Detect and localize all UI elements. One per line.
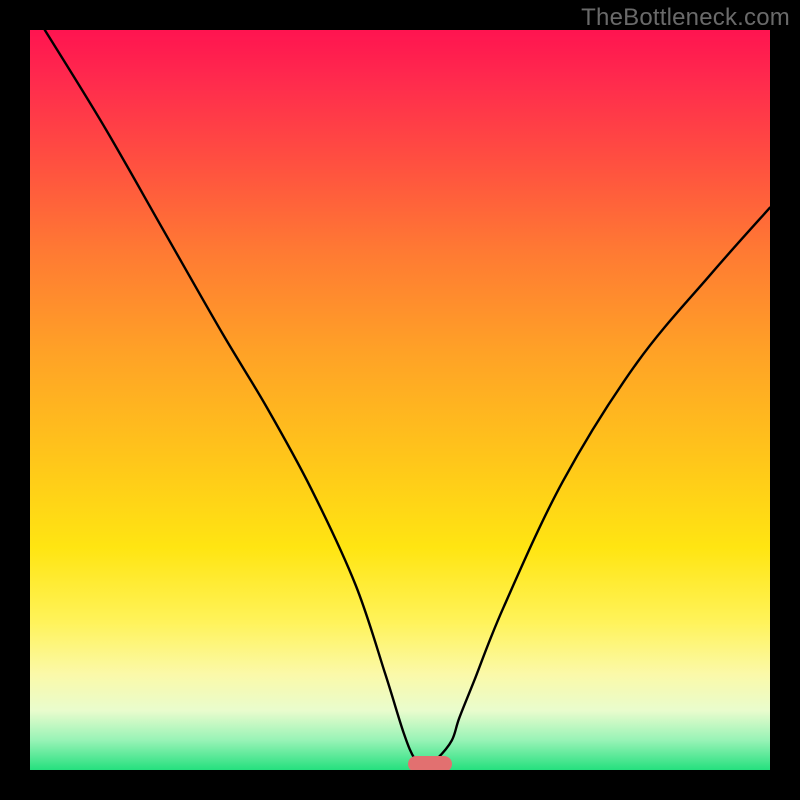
chart-frame: TheBottleneck.com: [0, 0, 800, 800]
minimum-marker: [408, 756, 452, 770]
bottleneck-curve: [30, 30, 770, 770]
curve-path: [45, 30, 770, 766]
plot-area: [30, 30, 770, 770]
watermark-text: TheBottleneck.com: [581, 4, 790, 32]
